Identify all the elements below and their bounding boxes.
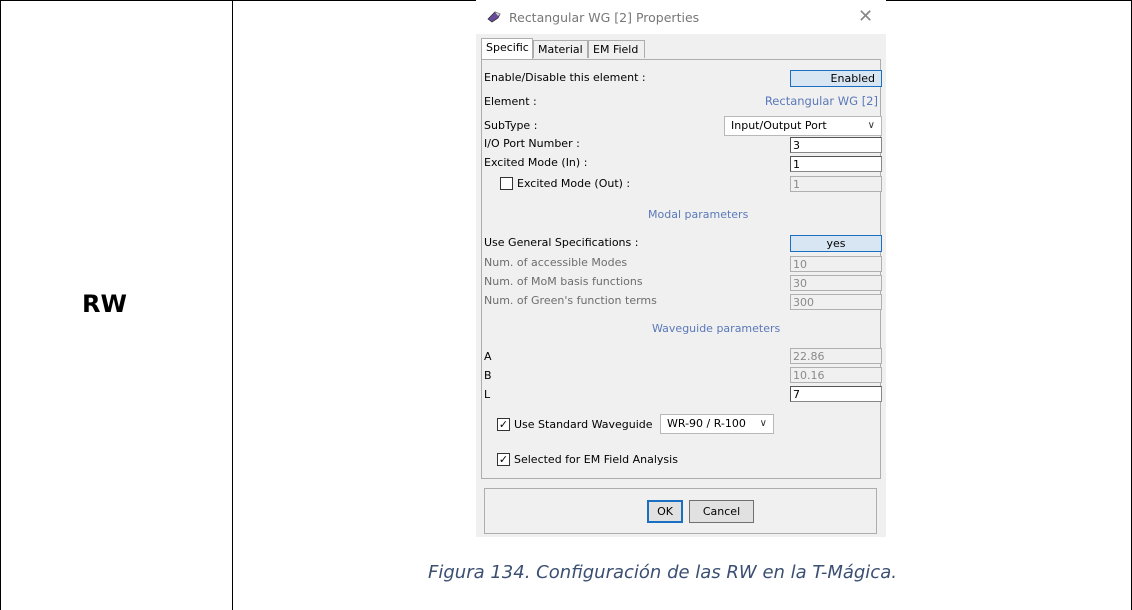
enable-label: Enable/Disable this element : [484,71,646,84]
tab-specific[interactable]: Specific [481,38,533,60]
std-waveguide-select[interactable]: WR-90 / R-100 ∨ [660,414,774,434]
chevron-down-icon: ∨ [759,418,767,429]
green-terms-label: Num. of Green's function terms [484,294,657,307]
em-analysis-checkbox[interactable]: ✓ [497,453,510,466]
std-waveguide-label: Use Standard Waveguide [514,418,653,431]
subtype-select-value: Input/Output Port [731,119,827,132]
cancel-button[interactable]: Cancel [689,500,754,523]
ok-button[interactable]: OK [647,500,683,523]
general-spec-label: Use General Specifications : [484,236,639,249]
enable-toggle-button[interactable]: Enabled [790,70,882,87]
em-analysis-label: Selected for EM Field Analysis [514,453,678,466]
excited-out-label: Excited Mode (Out) : [517,177,631,190]
dialog-title: Rectangular WG [2] Properties [509,10,700,25]
mom-basis-input [790,275,882,291]
accessible-modes-label: Num. of accessible Modes [484,256,628,269]
std-waveguide-checkbox[interactable]: ✓ [497,418,510,431]
app-icon [487,11,501,23]
properties-dialog: Rectangular WG [2] Properties ✕ Specific… [476,0,886,537]
subtype-select[interactable]: Input/Output Port ∨ [724,116,882,136]
tab-material[interactable]: Material [533,40,588,58]
excited-out-checkbox[interactable] [500,177,513,190]
table-left-border [0,0,1,610]
mom-basis-label: Num. of MoM basis functions [484,275,643,288]
green-terms-input [790,294,882,310]
tab-em-field[interactable]: EM Field [588,40,645,58]
element-label: Element : [484,95,537,108]
io-port-label: I/O Port Number : [484,137,580,150]
element-value: Rectangular WG [2] [764,94,878,108]
l-label: L [484,388,491,401]
io-port-input[interactable] [790,137,882,153]
l-input[interactable] [790,386,882,402]
figure-caption: Figura 134. Configuración de las RW en l… [428,562,897,583]
b-input [790,367,882,383]
chevron-down-icon: ∨ [867,120,875,131]
row-label: RW [82,290,127,318]
a-input [790,348,882,364]
modal-section-header: Modal parameters [648,208,749,221]
close-icon[interactable]: ✕ [858,6,873,27]
std-waveguide-select-value: WR-90 / R-100 [667,417,746,430]
accessible-modes-input [790,256,882,272]
waveguide-section-header: Waveguide parameters [652,322,781,335]
b-label: B [484,369,492,382]
dialog-titlebar: Rectangular WG [2] Properties ✕ [476,0,886,34]
table-column-divider [232,0,233,610]
specific-panel: Enable/Disable this element : Enabled El… [481,59,882,479]
excited-out-input [790,176,882,192]
excited-in-label: Excited Mode (In) : [484,156,588,169]
general-spec-toggle-button[interactable]: yes [790,235,882,252]
dialog-footer: OK Cancel [484,488,877,534]
a-label: A [484,350,492,363]
subtype-label: SubType : [484,119,538,132]
excited-in-input[interactable] [790,156,882,172]
